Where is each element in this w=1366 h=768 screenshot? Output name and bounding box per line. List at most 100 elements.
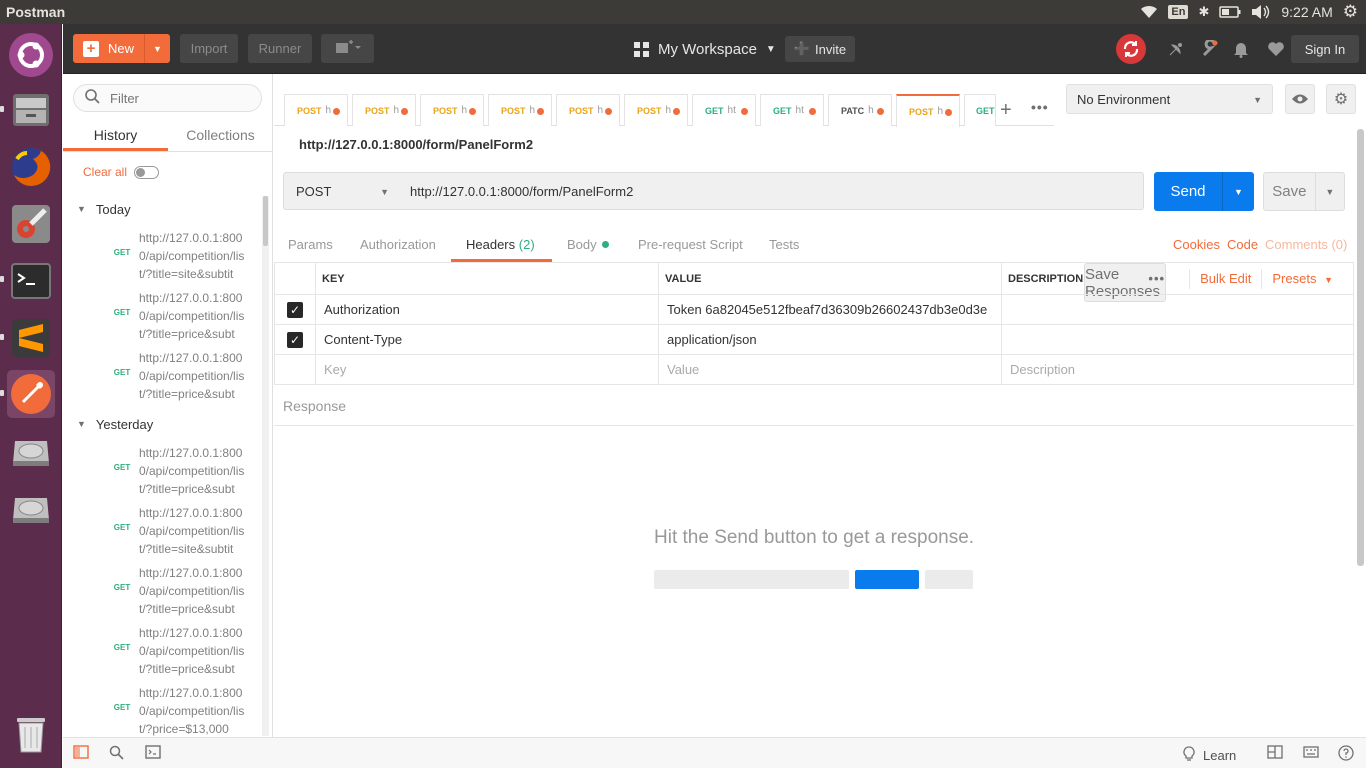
new-value-input[interactable]: Value [658,354,1002,385]
tab-authorization[interactable]: Authorization [360,237,436,252]
new-tab-plus-icon[interactable]: + [1000,99,1012,122]
sidebar-scrollbar[interactable] [263,196,268,246]
settings-icon[interactable] [7,200,55,248]
cookies-link[interactable]: Cookies [1173,237,1220,252]
code-link[interactable]: Code [1227,237,1258,252]
save-button[interactable]: Save ▼ [1263,172,1345,211]
new-description-input[interactable]: Description [1001,354,1354,385]
new-key-input[interactable]: Key [315,354,659,385]
clock[interactable]: 9:22 AM [1281,4,1332,20]
keyboard-shortcuts-icon[interactable] [1303,745,1319,763]
firefox-icon[interactable] [7,143,55,191]
request-tab[interactable]: POST h [556,94,620,126]
tab-params[interactable]: Params [288,237,333,252]
history-item[interactable]: GET http://127.0.0.1:8000/api/competitio… [63,286,261,346]
header-enabled-checkbox[interactable]: ✓ [287,301,303,318]
files-icon[interactable] [7,86,55,134]
wrench-icon[interactable] [1200,39,1220,59]
header-value-cell[interactable]: Token 6a82045e512fbeaf7d36309b26602437db… [658,294,1002,325]
import-button[interactable]: Import [180,34,238,63]
drive-icon[interactable] [7,484,55,532]
request-tab[interactable]: GET ht [760,94,824,126]
new-window-button[interactable] [321,34,374,63]
request-tab[interactable]: POST h [352,94,416,126]
invite-button[interactable]: ➕ Invite [785,36,855,62]
bell-icon[interactable] [1231,39,1251,59]
method-selector[interactable]: POST ▼ [283,172,400,210]
trash-icon[interactable] [7,710,55,758]
request-tab-active[interactable]: POST h [896,94,960,127]
settings-gear-icon[interactable]: ⚙ [1326,84,1356,114]
eye-icon[interactable] [1285,84,1315,114]
header-key-cell[interactable]: Authorization [315,294,659,325]
learn-button[interactable]: Learn [1183,746,1236,765]
keyboard-layout-indicator[interactable]: En [1168,5,1189,19]
find-icon[interactable] [109,745,124,764]
history-group-today[interactable]: ▼ Today [63,192,261,226]
header-value-cell[interactable]: application/json [658,324,1002,355]
bluetooth-icon[interactable]: ✱ [1198,4,1209,20]
wifi-icon[interactable] [1140,5,1158,19]
history-item[interactable]: GET http://127.0.0.1:8000/api/competitio… [63,441,261,501]
satellite-icon[interactable] [1166,39,1186,59]
tab-prerequest-script[interactable]: Pre-request Script [638,237,743,252]
console-icon[interactable] [145,745,161,763]
tab-body[interactable]: Body [567,237,609,252]
clear-all-link[interactable]: Clear all [83,165,127,179]
new-button[interactable]: + New ▼ [73,34,170,63]
volume-icon[interactable] [1251,5,1271,19]
request-tab[interactable]: POST h [624,94,688,126]
header-description-cell[interactable] [1001,324,1354,355]
history-item[interactable]: GET http://127.0.0.1:8000/api/competitio… [63,501,261,561]
history-item[interactable]: GET http://127.0.0.1:8000/api/competitio… [63,681,261,737]
history-item[interactable]: GET http://127.0.0.1:8000/api/competitio… [63,226,261,286]
sign-in-button[interactable]: Sign In [1291,35,1359,63]
request-tab[interactable]: POST h [420,94,484,126]
sublime-icon[interactable] [7,314,55,362]
chevron-down-icon[interactable]: ▼ [1222,172,1254,211]
send-button[interactable]: Send ▼ [1154,172,1254,211]
request-tab[interactable]: GET [964,94,996,126]
main-scrollbar[interactable] [1357,129,1364,566]
presets-dropdown[interactable]: Presets ▼ [1272,271,1353,286]
more-options-icon[interactable]: ••• [1134,271,1179,286]
request-tab[interactable]: GET ht [692,94,756,126]
header-key-cell[interactable]: Content-Type [315,324,659,355]
drive-icon[interactable] [7,427,55,475]
help-icon[interactable] [1338,745,1354,765]
workspace-selector[interactable]: My Workspace ▼ [634,36,776,62]
request-tab[interactable]: POST h [488,94,552,126]
request-tab[interactable]: POST h [284,94,348,126]
save-responses-toggle[interactable] [134,165,160,179]
terminal-icon[interactable] [7,257,55,305]
tab-collections[interactable]: Collections [168,122,273,151]
runner-button[interactable]: Runner [248,34,312,63]
tab-tests[interactable]: Tests [769,237,799,252]
tab-history[interactable]: History [63,122,168,151]
system-gear-icon[interactable]: ⚙ [1343,2,1358,22]
history-item[interactable]: GET http://127.0.0.1:8000/api/competitio… [63,561,261,621]
history-group-yesterday[interactable]: ▼ Yesterday [63,407,261,441]
comments-link[interactable]: Comments (0) [1265,237,1347,252]
postman-icon[interactable] [7,370,55,418]
battery-icon[interactable] [1219,6,1241,18]
sidebar-scroll-track[interactable] [262,196,269,736]
chevron-down-icon[interactable]: ▼ [144,34,170,63]
history-item[interactable]: GET http://127.0.0.1:8000/api/competitio… [63,621,261,681]
environment-selector[interactable]: No Environment ▼ [1066,84,1273,114]
tab-headers[interactable]: Headers (2) [466,237,535,252]
more-tabs-icon[interactable]: ••• [1031,99,1049,115]
two-pane-view-icon[interactable] [1267,745,1283,763]
sync-icon[interactable] [1116,34,1146,64]
filter-input[interactable] [110,90,250,106]
heart-icon[interactable] [1266,39,1286,59]
header-enabled-checkbox[interactable]: ✓ [287,331,303,348]
request-tab[interactable]: PATC h [828,94,892,126]
ubuntu-icon[interactable] [7,31,55,79]
url-input[interactable]: http://127.0.0.1:8000/form/PanelForm2 [399,172,1144,210]
chevron-down-icon[interactable]: ▼ [1314,173,1344,210]
header-description-cell[interactable] [1001,294,1354,325]
filter-box[interactable] [73,84,262,112]
sidebar-toggle-icon[interactable] [73,745,89,763]
history-item[interactable]: GET http://127.0.0.1:8000/api/competitio… [63,346,261,406]
